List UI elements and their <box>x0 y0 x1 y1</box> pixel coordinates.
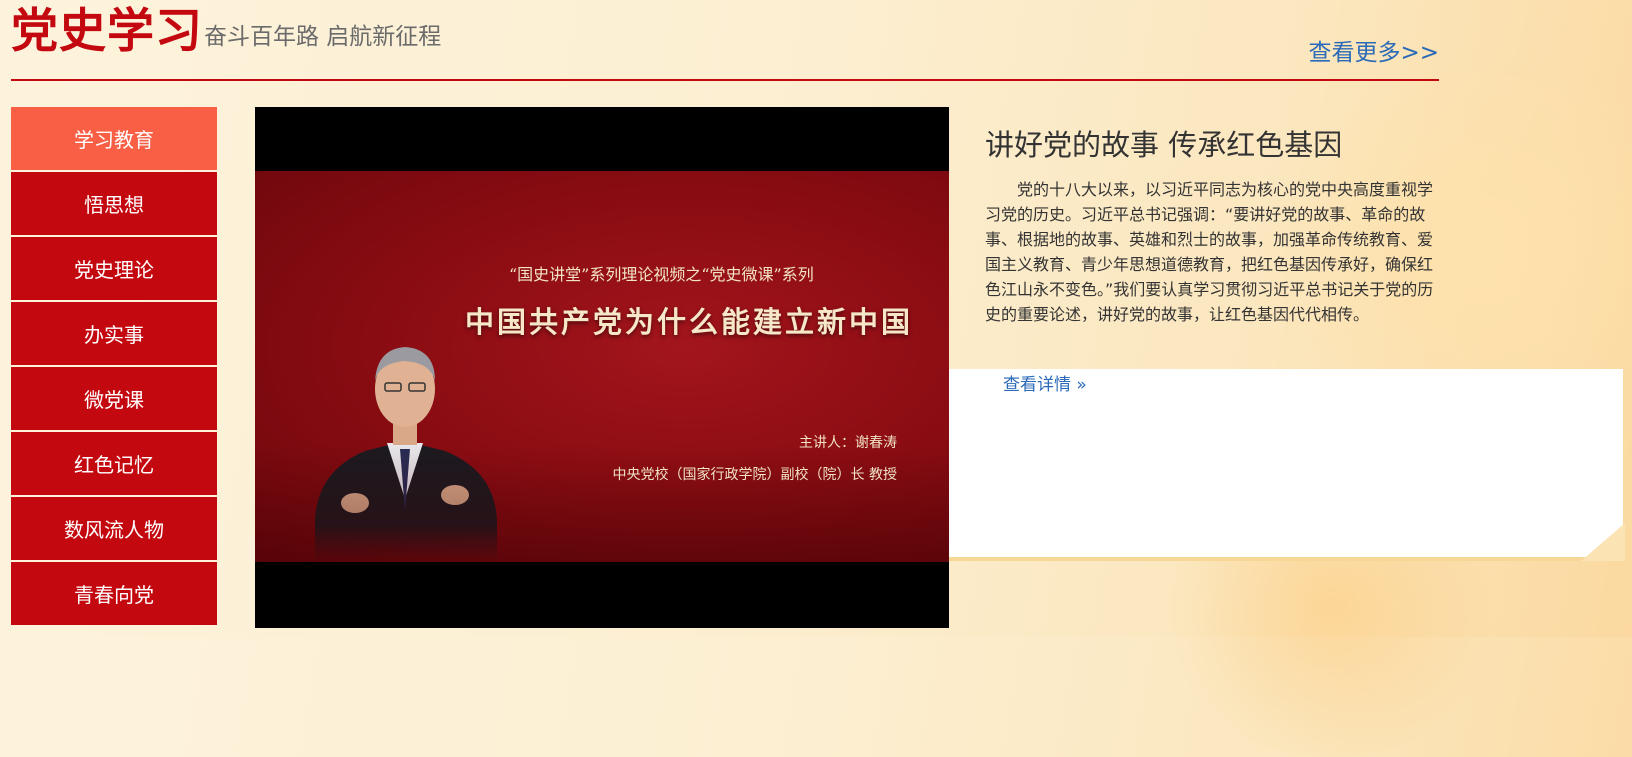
video-series-caption: “国史讲堂”系列理论视频之“党史微课”系列 <box>509 265 814 284</box>
article-title[interactable]: 讲好党的故事 传承红色基因 <box>985 125 1435 165</box>
video-headline: 中国共产党为什么能建立新中国 <box>465 305 914 339</box>
video-player[interactable]: “国史讲堂”系列理论视频之“党史微课”系列 中国共产党为什么能建立新中国 主讲人… <box>255 107 949 628</box>
header-divider <box>11 79 1439 81</box>
panel-corner <box>1581 523 1625 561</box>
sidebar-item-label: 悟思想 <box>84 193 144 217</box>
video-affiliation: 中央党校（国家行政学院）副校（院）长 教授 <box>612 467 897 483</box>
section-title: 党史学习 <box>11 4 203 59</box>
video-frame: “国史讲堂”系列理论视频之“党史微课”系列 中国共产党为什么能建立新中国 主讲人… <box>255 171 949 562</box>
video-shade <box>255 171 949 562</box>
view-more-link[interactable]: 查看更多>> <box>1308 38 1439 68</box>
sidebar-item-label: 党史理论 <box>74 258 154 282</box>
sidebar-item-practical-deeds[interactable]: 办实事 <box>11 302 217 365</box>
sidebar-item-label: 青春向党 <box>74 583 154 607</box>
sidebar-item-micro-party-class[interactable]: 微党课 <box>11 367 217 430</box>
sidebar-item-label: 微党课 <box>84 388 144 412</box>
sidebar-item-label: 学习教育 <box>74 128 154 152</box>
sidebar-item-label: 数风流人物 <box>64 518 164 542</box>
section-subtitle: 奋斗百年路 启航新征程 <box>204 24 442 50</box>
sidebar-item-label: 办实事 <box>84 323 144 347</box>
article-summary: 党的十八大以来，以习近平同志为核心的党中央高度重视学习党的历史。习近平总书记强调… <box>985 180 1434 324</box>
sidebar-item-youth-to-party[interactable]: 青春向党 <box>11 562 217 625</box>
featured-article: 讲好党的故事 传承红色基因 党的十八大以来，以习近平同志为核心的党中央高度重视学… <box>985 125 1435 327</box>
sidebar-item-red-memory[interactable]: 红色记忆 <box>11 432 217 495</box>
sidebar-item-label: 红色记忆 <box>74 453 154 477</box>
sidebar-item-study-education[interactable]: 学习教育 <box>11 107 217 170</box>
detail-panel <box>949 369 1625 561</box>
section-header: 党史学习 奋斗百年路 启航新征程 查看更多>> <box>11 0 1439 80</box>
sidebar-item-understand-thought[interactable]: 悟思想 <box>11 172 217 235</box>
sidebar-item-party-history-theory[interactable]: 党史理论 <box>11 237 217 300</box>
category-sidebar: 学习教育 悟思想 党史理论 办实事 微党课 红色记忆 数风流人物 青春向党 <box>11 107 217 627</box>
view-details-link[interactable]: 查看详情 » <box>1003 373 1087 397</box>
video-lecturer: 主讲人：谢春涛 <box>799 435 897 451</box>
sidebar-item-heroic-figures[interactable]: 数风流人物 <box>11 497 217 560</box>
